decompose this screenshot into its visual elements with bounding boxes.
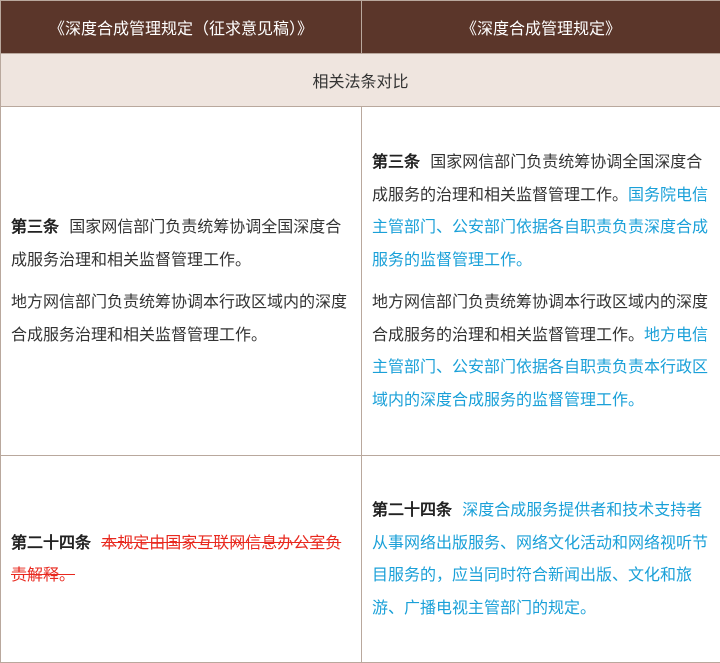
paragraph: 第二十四条 深度合成服务提供者和技术支持者从事网络出版服务、网络文化活动和网络视… (372, 494, 710, 624)
section-row: 相关法条对比 (1, 54, 720, 107)
paragraph: 地方网信部门负责统筹协调本行政区域内的深度合成服务的治理和相关监督管理工作。地方… (372, 286, 710, 416)
table-row: 第二十四条 本规定由国家互联网信息办公室负责解释。 第二十四条 深度合成服务提供… (1, 456, 720, 663)
article-number: 第二十四条 (11, 533, 91, 552)
header-draft: 《深度合成管理规定（征求意见稿）》 (1, 1, 362, 54)
draft-article-24: 第二十四条 本规定由国家互联网信息办公室负责解释。 (1, 456, 362, 663)
paragraph: 第三条 国家网信部门负责统筹协调全国深度合成服务的治理和相关监督管理工作。国务院… (372, 146, 710, 276)
section-title: 相关法条对比 (1, 54, 720, 107)
paragraph: 地方网信部门负责统筹协调本行政区域内的深度合成服务治理和相关监督管理工作。 (11, 286, 351, 351)
article-text: 国家网信部门负责统筹协调全国深度合成服务治理和相关监督管理工作。 (11, 217, 341, 269)
header-row: 《深度合成管理规定（征求意见稿）》 《深度合成管理规定》 (1, 1, 720, 54)
article-number: 第二十四条 (372, 500, 452, 519)
article-text: 地方网信部门负责统筹协调本行政区域内的深度合成服务治理和相关监督管理工作。 (11, 292, 347, 344)
final-article-3: 第三条 国家网信部门负责统筹协调全国深度合成服务的治理和相关监督管理工作。国务院… (362, 107, 720, 456)
comparison-table: 《深度合成管理规定（征求意见稿）》 《深度合成管理规定》 相关法条对比 第三条 … (0, 0, 720, 663)
paragraph: 第二十四条 本规定由国家互联网信息办公室负责解释。 (11, 527, 351, 592)
table-row: 第三条 国家网信部门负责统筹协调全国深度合成服务治理和相关监督管理工作。 地方网… (1, 107, 720, 456)
draft-article-3: 第三条 国家网信部门负责统筹协调全国深度合成服务治理和相关监督管理工作。 地方网… (1, 107, 362, 456)
header-final: 《深度合成管理规定》 (362, 1, 720, 54)
article-number: 第三条 (372, 152, 420, 171)
final-article-24: 第二十四条 深度合成服务提供者和技术支持者从事网络出版服务、网络文化活动和网络视… (362, 456, 720, 663)
paragraph: 第三条 国家网信部门负责统筹协调全国深度合成服务治理和相关监督管理工作。 (11, 211, 351, 276)
article-number: 第三条 (11, 217, 59, 236)
